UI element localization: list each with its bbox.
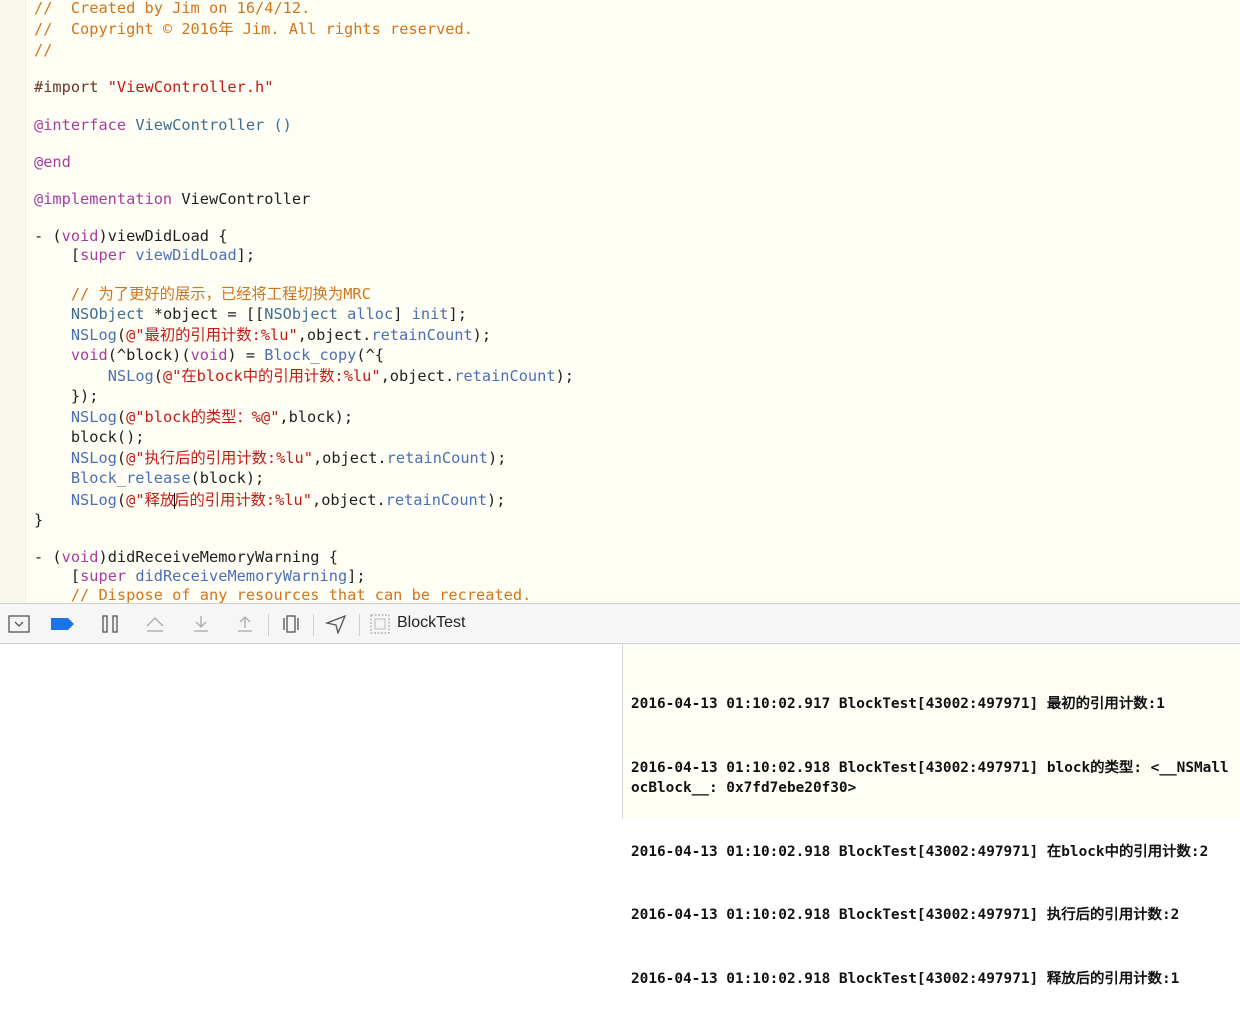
- step-over-icon[interactable]: [142, 611, 168, 637]
- code-line: NSLog(@"最初的引用计数:%lu",object.retainCount)…: [70, 326, 492, 344]
- location-icon[interactable]: [323, 611, 349, 637]
- code-line: NSLog(@"释放后的引用计数:%lu",object.retainCount…: [70, 491, 506, 509]
- code-line: block();: [34, 428, 145, 446]
- view-hierarchy-icon[interactable]: [278, 611, 304, 637]
- code-comment-line: // Dispose of any resources that can be …: [34, 586, 532, 603]
- target-icon[interactable]: [367, 611, 393, 637]
- code-line: - (void)didReceiveMemoryWarning {: [34, 548, 338, 566]
- console-line: 2016-04-13 01:10:02.918 BlockTest[43002:…: [631, 843, 1209, 860]
- code-line: NSObject *object = [[NSObject alloc] ini…: [70, 305, 467, 323]
- console-line: 2016-04-13 01:10:02.918 BlockTest[43002:…: [631, 970, 1180, 987]
- toolbar-divider: [313, 614, 314, 636]
- code-comment-line: //: [34, 41, 53, 59]
- toolbar-divider: [268, 614, 269, 636]
- code-line: });: [34, 387, 99, 405]
- code-line: NSLog(@"在block中的引用计数:%lu",object.retainC…: [107, 367, 574, 385]
- code-line: void(^block)(void) = Block_copy(^{: [70, 346, 385, 364]
- console-output[interactable]: 2016-04-13 01:10:02.917 BlockTest[43002:…: [623, 644, 1240, 987]
- code-line: [super didReceiveMemoryWarning];: [34, 567, 366, 585]
- toolbar-divider: [359, 614, 360, 636]
- code-line: NSLog(@"执行后的引用计数:%lu",object.retainCount…: [70, 449, 507, 467]
- code-line: NSLog(@"block的类型：%@",block);: [70, 408, 354, 426]
- target-name[interactable]: BlockTest: [397, 614, 465, 632]
- code-line: @implementation ViewController: [34, 190, 311, 208]
- source-editor[interactable]: // Created by Jim on 16/4/12. // Copyrigh…: [0, 0, 1240, 603]
- console-line: 2016-04-13 01:10:02.917 BlockTest[43002:…: [631, 696, 1165, 712]
- code-comment-line: // Created by Jim on 16/4/12.: [34, 0, 311, 17]
- code-comment-line: // 为了更好的展示，已经将工程切换为MRC: [34, 285, 371, 303]
- code-comment-line: // Copyright © 2016年 Jim. All rights res…: [34, 20, 473, 38]
- hide-debug-area-icon[interactable]: [6, 611, 32, 637]
- code-line: Block_release(block);: [70, 469, 265, 487]
- code-line: #import "ViewController.h": [34, 78, 274, 96]
- code-line: [super viewDidLoad];: [34, 246, 256, 264]
- step-into-icon[interactable]: [188, 611, 214, 637]
- code-line: @end: [34, 153, 71, 171]
- code-line: - (void)viewDidLoad {: [34, 227, 228, 245]
- step-out-icon[interactable]: [232, 611, 258, 637]
- console-line: 2016-04-13 01:10:02.918 BlockTest[43002:…: [631, 759, 1229, 797]
- editor-gutter: [0, 0, 26, 603]
- variables-view[interactable]: [0, 644, 623, 819]
- debug-toolbar: BlockTest: [0, 603, 1240, 644]
- breakpoints-toggle-icon[interactable]: [50, 611, 76, 637]
- code-line: @interface ViewController (): [34, 116, 292, 134]
- console-line: 2016-04-13 01:10:02.918 BlockTest[43002:…: [631, 907, 1180, 923]
- pause-icon[interactable]: [97, 611, 123, 637]
- code-line: }: [34, 511, 44, 529]
